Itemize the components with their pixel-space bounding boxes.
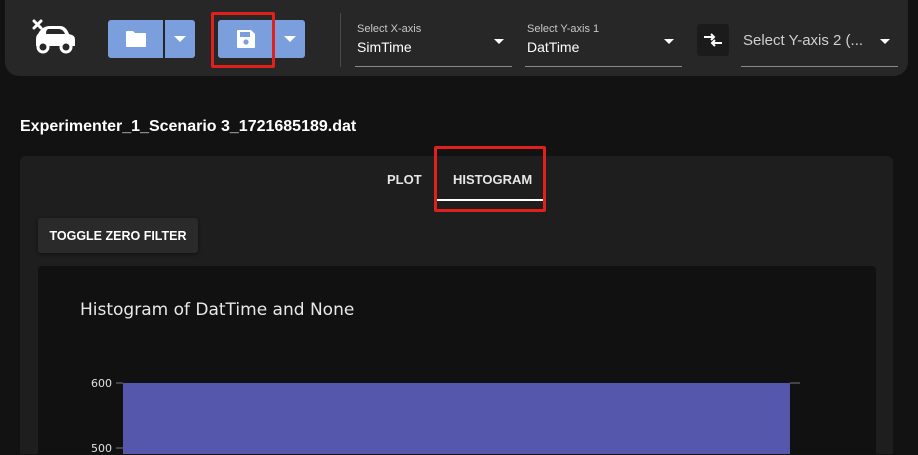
histogram-bar: [123, 383, 790, 454]
histogram-plot: [116, 382, 800, 454]
histogram-bars: [123, 383, 790, 454]
